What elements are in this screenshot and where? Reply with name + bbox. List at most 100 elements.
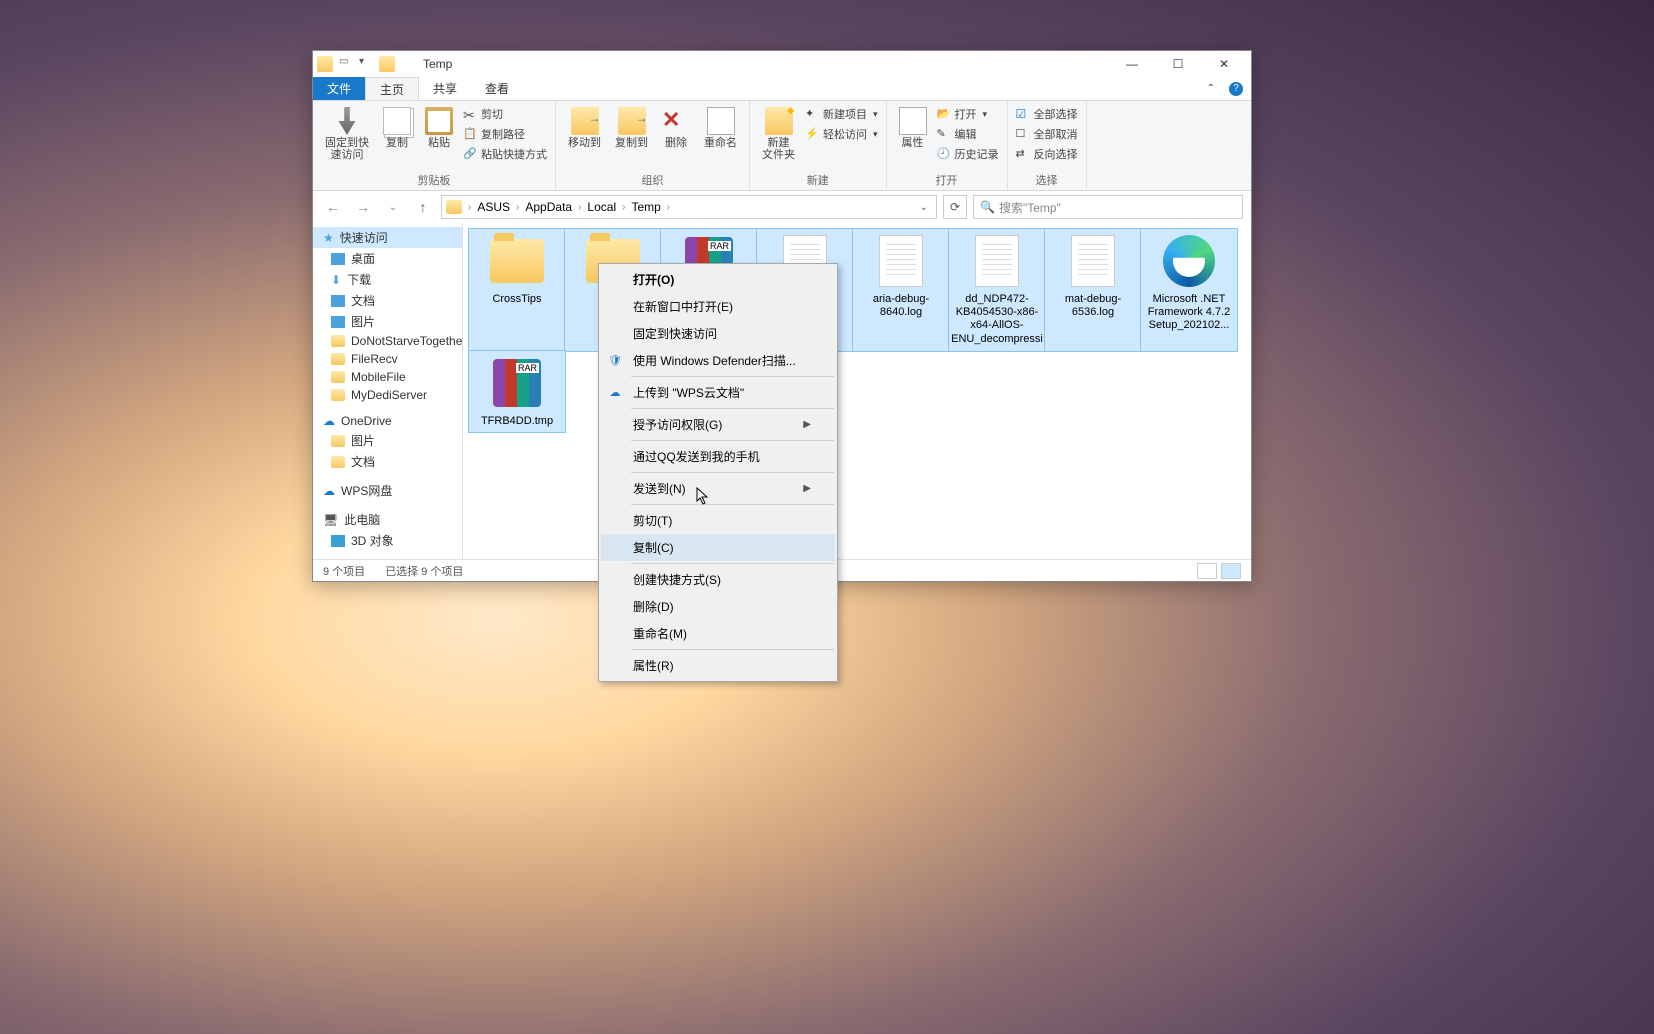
- breadcrumb-seg[interactable]: ASUS: [473, 200, 514, 214]
- edit-button[interactable]: ✎编辑: [937, 125, 999, 143]
- menu-item[interactable]: 打开(O): [601, 266, 835, 293]
- maximize-button[interactable]: ☐: [1155, 51, 1201, 77]
- download-icon: ⬇: [331, 273, 341, 287]
- menu-item[interactable]: 创建快捷方式(S): [601, 566, 835, 593]
- view-icons-button[interactable]: [1221, 563, 1241, 579]
- open-button[interactable]: 📂打开▾: [937, 105, 999, 123]
- sidebar-onedrive[interactable]: ☁OneDrive: [313, 412, 462, 430]
- properties-icon: [899, 107, 927, 135]
- selectnone-button[interactable]: ☐全部取消: [1016, 125, 1078, 143]
- navigation-pane[interactable]: ★快速访问 桌面 ⬇下载 文档 图片 DoNotStarveTogether F…: [313, 223, 463, 559]
- newitem-button[interactable]: ✦新建项目▾: [805, 105, 878, 123]
- file-item[interactable]: aria-debug-8640.log: [853, 229, 949, 351]
- address-bar[interactable]: › ASUS › AppData › Local › Temp › ⌄: [441, 195, 937, 219]
- menu-item[interactable]: 通过QQ发送到我的手机: [601, 443, 835, 470]
- tab-view[interactable]: 查看: [471, 77, 523, 100]
- sidebar-item-downloads[interactable]: ⬇下载: [313, 269, 462, 290]
- status-selected: 已选择 9 个项目: [385, 563, 463, 579]
- rar-icon: [485, 355, 549, 411]
- sidebar-item-pictures[interactable]: 图片: [313, 311, 462, 332]
- nav-forward-button[interactable]: →: [351, 195, 375, 219]
- sidebar-item-folder[interactable]: 图片: [313, 430, 462, 451]
- menu-item[interactable]: 发送到(N)▶: [601, 475, 835, 502]
- menu-item[interactable]: 授予访问权限(G)▶: [601, 411, 835, 438]
- delete-button[interactable]: ✕删除: [658, 105, 694, 151]
- breadcrumb-seg[interactable]: Local: [583, 200, 620, 214]
- sidebar-item-folder[interactable]: 文档: [313, 451, 462, 472]
- sidebar-wps[interactable]: ☁WPS网盘: [313, 480, 462, 501]
- breadcrumb-seg[interactable]: Temp: [627, 200, 664, 214]
- copy-button[interactable]: 复制: [379, 105, 415, 151]
- collapse-ribbon-button[interactable]: ⌃: [1201, 77, 1221, 100]
- history-button[interactable]: 🕘历史记录: [937, 145, 999, 163]
- properties-button[interactable]: 属性: [895, 105, 931, 151]
- menu-item-label: 发送到(N): [633, 480, 686, 497]
- sidebar-thispc[interactable]: 🖥此电脑: [313, 509, 462, 530]
- sidebar-item-desktop[interactable]: 桌面: [313, 248, 462, 269]
- tab-home[interactable]: 主页: [365, 77, 419, 100]
- rename-button[interactable]: 重命名: [700, 105, 741, 151]
- sidebar-item-documents[interactable]: 文档: [313, 290, 462, 311]
- nav-recent-button[interactable]: ⌄: [381, 195, 405, 219]
- nav-back-button[interactable]: ←: [321, 195, 345, 219]
- menu-item[interactable]: 删除(D): [601, 593, 835, 620]
- sidebar-item-3dobjects[interactable]: 3D 对象: [313, 530, 462, 551]
- ribbon-group-open: 属性 📂打开▾ ✎编辑 🕘历史记录 打开: [887, 101, 1008, 190]
- menu-item[interactable]: ☁上传到 "WPS云文档": [601, 379, 835, 406]
- chevron-right-icon[interactable]: ›: [468, 202, 471, 213]
- chevron-right-icon[interactable]: ›: [622, 202, 625, 213]
- tab-file[interactable]: 文件: [313, 77, 365, 100]
- file-icon[interactable]: ▭: [339, 56, 353, 72]
- minimize-button[interactable]: —: [1109, 51, 1155, 77]
- sidebar-item-folder[interactable]: MyDediServer: [313, 386, 462, 404]
- menu-item[interactable]: 复制(C): [601, 534, 835, 561]
- copypath-button[interactable]: 📋复制路径: [463, 125, 547, 143]
- help-button[interactable]: ?: [1221, 77, 1251, 100]
- nav-up-button[interactable]: ↑: [411, 195, 435, 219]
- menu-item[interactable]: 🛡使用 Windows Defender扫描...: [601, 347, 835, 374]
- star-icon: ★: [323, 232, 334, 244]
- chevron-right-icon[interactable]: ›: [667, 202, 670, 213]
- menu-item[interactable]: 固定到快速访问: [601, 320, 835, 347]
- pin-button[interactable]: 固定到快 速访问: [321, 105, 373, 163]
- search-input[interactable]: 🔍 搜索"Temp": [973, 195, 1243, 219]
- view-details-button[interactable]: [1197, 563, 1217, 579]
- folder-icon: [331, 456, 345, 468]
- sidebar-item-folder[interactable]: DoNotStarveTogether: [313, 332, 462, 350]
- paste-button[interactable]: 粘贴: [421, 105, 457, 151]
- folder-icon: [331, 389, 345, 401]
- chevron-right-icon[interactable]: ›: [516, 202, 519, 213]
- file-item[interactable]: dd_NDP472-KB4054530-x86-x64-AllOS-ENU_de…: [949, 229, 1045, 351]
- easyaccess-button[interactable]: ⚡轻松访问▾: [805, 125, 878, 143]
- sidebar-item-folder[interactable]: FileRecv: [313, 350, 462, 368]
- file-item[interactable]: TFRB4DD.tmp: [469, 351, 565, 432]
- sidebar-quickaccess[interactable]: ★快速访问: [313, 227, 462, 248]
- copyto-button[interactable]: 复制到: [611, 105, 652, 151]
- qat-dropdown-icon[interactable]: ▾: [359, 56, 373, 72]
- newfolder-button[interactable]: 新建 文件夹: [758, 105, 799, 163]
- menu-item[interactable]: 重命名(M): [601, 620, 835, 647]
- pasteshortcut-button[interactable]: 🔗粘贴快捷方式: [463, 145, 547, 163]
- file-list[interactable]: CrossTips04 96 sesaria-debug-8640.logdd_…: [463, 223, 1251, 559]
- search-icon: 🔍: [980, 200, 995, 214]
- breadcrumb-seg[interactable]: AppData: [521, 200, 576, 214]
- menu-item[interactable]: 剪切(T): [601, 507, 835, 534]
- selectall-button[interactable]: ☑全部选择: [1016, 105, 1078, 123]
- moveto-button[interactable]: 移动到: [564, 105, 605, 151]
- chevron-right-icon[interactable]: ›: [578, 202, 581, 213]
- address-dropdown-button[interactable]: ⌄: [916, 202, 932, 213]
- titlebar[interactable]: ▭ ▾ Temp — ☐ ✕: [313, 51, 1251, 77]
- sidebar-item-folder[interactable]: MobileFile: [313, 368, 462, 386]
- file-item[interactable]: CrossTips: [469, 229, 565, 351]
- folder-icon: [331, 435, 345, 447]
- file-item[interactable]: mat-debug-6536.log: [1045, 229, 1141, 351]
- close-button[interactable]: ✕: [1201, 51, 1247, 77]
- ribbon-group-clipboard: 固定到快 速访问 复制 粘贴 ✂剪切 📋复制路径 🔗粘贴快捷方式 剪贴板: [313, 101, 556, 190]
- cut-button[interactable]: ✂剪切: [463, 105, 547, 123]
- file-item[interactable]: Microsoft .NET Framework 4.7.2 Setup_202…: [1141, 229, 1237, 351]
- menu-item[interactable]: 在新窗口中打开(E): [601, 293, 835, 320]
- tab-share[interactable]: 共享: [419, 77, 471, 100]
- invertselect-button[interactable]: ⇄反向选择: [1016, 145, 1078, 163]
- menu-item[interactable]: 属性(R): [601, 652, 835, 679]
- refresh-button[interactable]: ⟳: [943, 195, 967, 219]
